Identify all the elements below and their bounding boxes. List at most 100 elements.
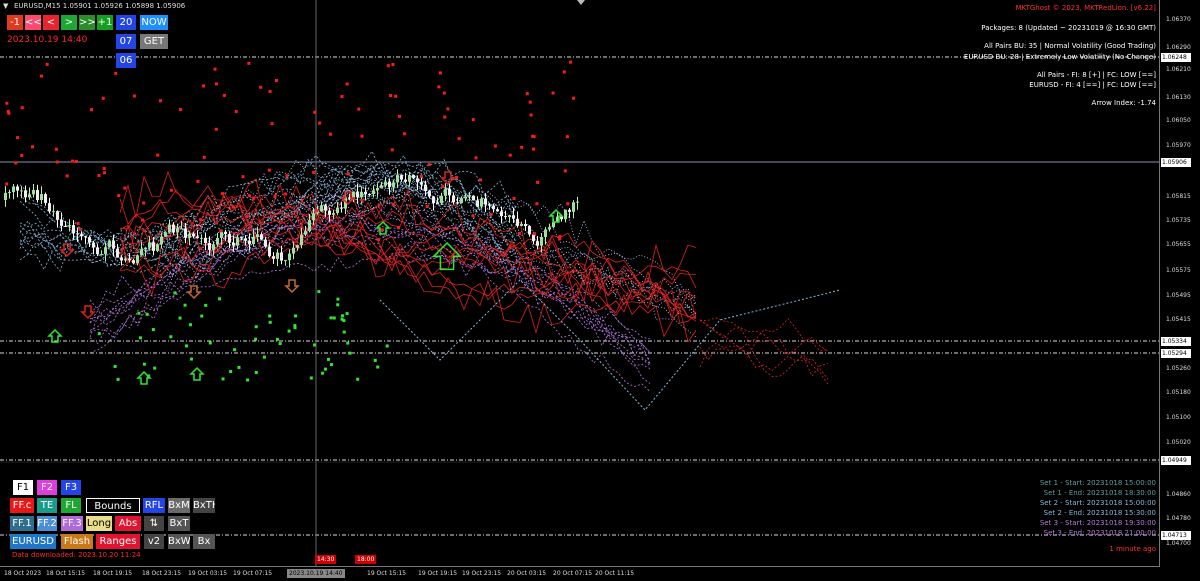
candle-body: [436, 203, 439, 205]
hour-06-button[interactable]: 06: [116, 53, 136, 68]
fast-forward-button[interactable]: >>: [79, 15, 95, 30]
candle-body: [212, 244, 215, 250]
candle-body: [552, 222, 555, 228]
candle-body: [444, 188, 447, 196]
month-07-button[interactable]: 07: [116, 34, 136, 49]
set-label: Set 3 - Start: 20231018 19:30:00: [1039, 519, 1156, 527]
bxt-button[interactable]: BxT: [168, 516, 190, 531]
candle-body: [160, 236, 163, 245]
rfl-button[interactable]: RFL: [143, 498, 165, 513]
price-tag: 1.06248: [1161, 53, 1191, 62]
time-cursor-tag: 2023.10.19 14:40: [287, 569, 345, 578]
signal-dot: [345, 82, 349, 86]
price-label: 1.06050: [1166, 117, 1191, 124]
signal-dot: [474, 156, 478, 160]
candle-body: [448, 188, 451, 196]
signal-dot: [123, 186, 127, 190]
bounds-button[interactable]: Bounds: [86, 498, 140, 513]
chart-window[interactable]: ▼ EURUSD,M15 1.05901 1.05926 1.05898 1.0…: [0, 0, 1200, 580]
price-chart[interactable]: [0, 0, 1160, 566]
forward-button[interactable]: >: [61, 15, 77, 30]
plus1-button[interactable]: +1: [97, 15, 113, 30]
signal-dot: [336, 303, 340, 307]
get-button[interactable]: GET: [140, 34, 168, 49]
candle-body: [264, 239, 267, 247]
projection-line: [119, 178, 697, 324]
signal-dot: [45, 62, 49, 66]
time-label: 18 Oct 2023: [4, 570, 42, 577]
candle-body: [572, 202, 575, 212]
signal-dot: [532, 147, 536, 151]
candle-body: [12, 186, 15, 193]
candle-body: [112, 240, 115, 249]
minus1-button[interactable]: -1: [7, 15, 23, 30]
abs-button[interactable]: Abs: [115, 516, 141, 531]
candle-body: [452, 195, 455, 203]
price-axis[interactable]: 1.06370 1.06290 1.06210 1.06130 1.06050 1.059…: [1159, 0, 1200, 566]
arrow-index-text: Arrow Index: -1.74: [1091, 99, 1156, 107]
signal-dot: [270, 122, 274, 126]
ff3-button[interactable]: FF.3: [61, 516, 83, 531]
f3-button[interactable]: F3: [61, 480, 81, 495]
signal-dot: [346, 172, 350, 176]
signal-dot: [151, 328, 155, 332]
now-button[interactable]: NOW: [140, 15, 168, 30]
ff2-button[interactable]: FF.2: [37, 516, 57, 531]
candle-body: [72, 225, 75, 234]
f1-button[interactable]: F1: [13, 480, 33, 495]
candle-body: [508, 215, 511, 218]
eurusd-bu-text: EURUSD BU: 28 | Extremely Low Volatility…: [963, 53, 1156, 61]
bxth-button[interactable]: BxTH: [193, 498, 215, 513]
v2-button[interactable]: v2: [144, 534, 164, 549]
eurusd-button[interactable]: EURUSD: [10, 534, 56, 549]
te-button[interactable]: TE: [37, 498, 57, 513]
candle-body: [108, 240, 111, 248]
signal-dot: [478, 178, 482, 182]
signal-dot: [5, 182, 9, 186]
signal-dot: [312, 170, 316, 174]
rewind-button[interactable]: <<: [25, 15, 41, 30]
signal-dot: [508, 153, 512, 157]
updown-button[interactable]: ⇅: [144, 516, 164, 531]
long-button[interactable]: Long: [86, 516, 112, 531]
ffc-button[interactable]: FF.c: [10, 498, 34, 513]
day-20-button[interactable]: 20: [116, 15, 136, 30]
candle-body: [524, 223, 527, 227]
candle-body: [564, 209, 567, 220]
ranges-button[interactable]: Ranges: [96, 534, 140, 549]
signal-dot: [268, 320, 272, 324]
flash-button[interactable]: Flash: [61, 534, 93, 549]
candle-body: [468, 195, 471, 197]
signal-dot: [525, 92, 529, 96]
candle-body: [480, 198, 483, 207]
price-tag: 1.04713: [1161, 531, 1191, 540]
signal-dot: [419, 174, 423, 178]
signal-dot: [214, 127, 218, 131]
bxm-button[interactable]: BxM: [168, 498, 190, 513]
back-button[interactable]: <: [43, 15, 59, 30]
one-minute-ago-text: 1 minute ago: [1109, 545, 1156, 553]
ff1-button[interactable]: FF.1: [10, 516, 34, 531]
fl-button[interactable]: FL: [61, 498, 81, 513]
candle-body: [24, 190, 27, 198]
price-label: 1.05815: [1166, 193, 1191, 200]
down-arrow-icon: [284, 279, 300, 294]
bxw-button[interactable]: BxW: [168, 534, 190, 549]
signal-dot: [569, 60, 573, 64]
candle-body: [532, 234, 535, 242]
signal-dot: [245, 215, 249, 219]
signal-dot: [178, 316, 182, 320]
candle-body: [460, 198, 463, 203]
f2-button[interactable]: F2: [37, 480, 57, 495]
price-tag: 1.05906: [1161, 158, 1191, 167]
candle-body: [228, 234, 231, 243]
all-pairs-fi-text: All Pairs - FI: 8 [+] | FC: LOW [==]: [1036, 71, 1156, 79]
candle-body: [256, 234, 259, 238]
candle-body: [472, 195, 475, 201]
candle-body: [568, 209, 571, 212]
candle-body: [432, 196, 435, 204]
all-pairs-bu-text: All Pairs BU: 35 | Normal Volatility (Go…: [984, 42, 1156, 50]
signal-dot: [185, 344, 189, 348]
bx-button[interactable]: Bx: [193, 534, 215, 549]
signal-dot: [377, 203, 381, 207]
